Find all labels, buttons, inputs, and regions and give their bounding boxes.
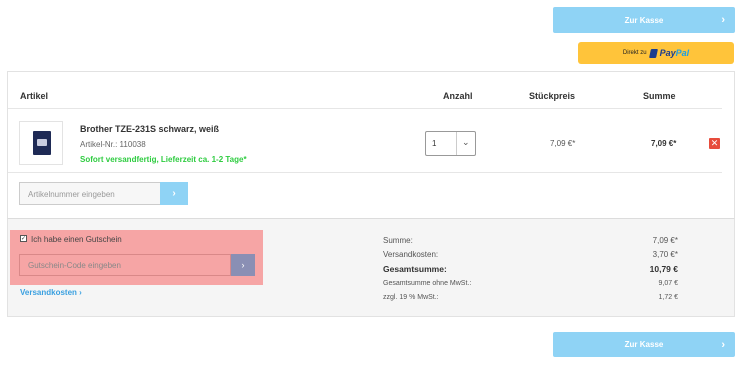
- quantity-value: 1: [432, 139, 437, 148]
- voucher-checkbox-label[interactable]: Ich habe einen Gutschein: [31, 235, 122, 244]
- summary-value: 1,72 €: [658, 294, 678, 301]
- summary-label: Gesamtsumme ohne MwSt.:: [383, 280, 472, 287]
- select-divider: [456, 132, 457, 155]
- checkout-button-label: Zur Kasse: [624, 15, 664, 25]
- row-divider: [8, 172, 722, 173]
- chevron-right-icon: ›: [721, 338, 725, 351]
- voucher-checkbox[interactable]: ✓: [20, 235, 27, 242]
- column-header-total: Summe: [643, 91, 676, 101]
- checkout-button-label: Zur Kasse: [624, 340, 664, 349]
- summary-label: Gesamtsumme:: [383, 264, 447, 274]
- voucher-submit-button[interactable]: ›: [231, 254, 255, 276]
- checkout-button-bottom[interactable]: Zur Kasse ›: [553, 332, 735, 357]
- article-number-input[interactable]: Artikelnummer eingeben: [19, 182, 160, 205]
- product-article-number: Artikel-Nr.: 110038: [80, 140, 146, 149]
- summary-label: zzgl. 19 % MwSt.:: [383, 294, 439, 301]
- product-availability: Sofort versandfertig, Lieferzeit ca. 1-2…: [80, 155, 247, 164]
- chevron-down-icon: ⌄: [462, 137, 470, 147]
- product-image[interactable]: [19, 121, 63, 165]
- voucher-code-input[interactable]: Gutschein-Code eingeben: [19, 254, 231, 276]
- add-article-button[interactable]: ›: [160, 182, 188, 205]
- summary-value: 7,09 €*: [652, 236, 678, 245]
- item-unit-price: 7,09 €*: [550, 139, 576, 148]
- paypal-prefix: Direkt zu: [622, 50, 647, 56]
- summary-label: Versandkosten:: [383, 250, 439, 259]
- product-name[interactable]: Brother TZE-231S schwarz, weiß: [80, 124, 219, 134]
- label-tape-icon: [33, 131, 51, 155]
- item-total-price: 7,09 €*: [651, 139, 677, 148]
- quantity-select[interactable]: 1 ⌄: [425, 131, 476, 156]
- checkout-button-top[interactable]: Zur Kasse ›: [553, 7, 735, 33]
- column-header-article: Artikel: [20, 91, 49, 101]
- column-header-quantity: Anzahl: [443, 91, 473, 101]
- chevron-right-icon: ›: [721, 14, 725, 26]
- paypal-logo: PayPal: [659, 48, 690, 58]
- column-header-unit-price: Stückpreis: [529, 91, 576, 101]
- summary-value: 10,79 €: [649, 264, 678, 274]
- summary-label: Summe:: [383, 236, 413, 245]
- summary-value: 9,07 €: [658, 280, 678, 287]
- remove-item-button[interactable]: ✕: [709, 138, 720, 149]
- summary-value: 3,70 €*: [652, 250, 678, 259]
- paypal-express-button[interactable]: Direkt zu PayPal: [578, 42, 734, 64]
- paypal-icon: [648, 48, 658, 58]
- header-divider: [8, 108, 722, 109]
- shipping-costs-link[interactable]: Versandkosten ›: [20, 288, 82, 297]
